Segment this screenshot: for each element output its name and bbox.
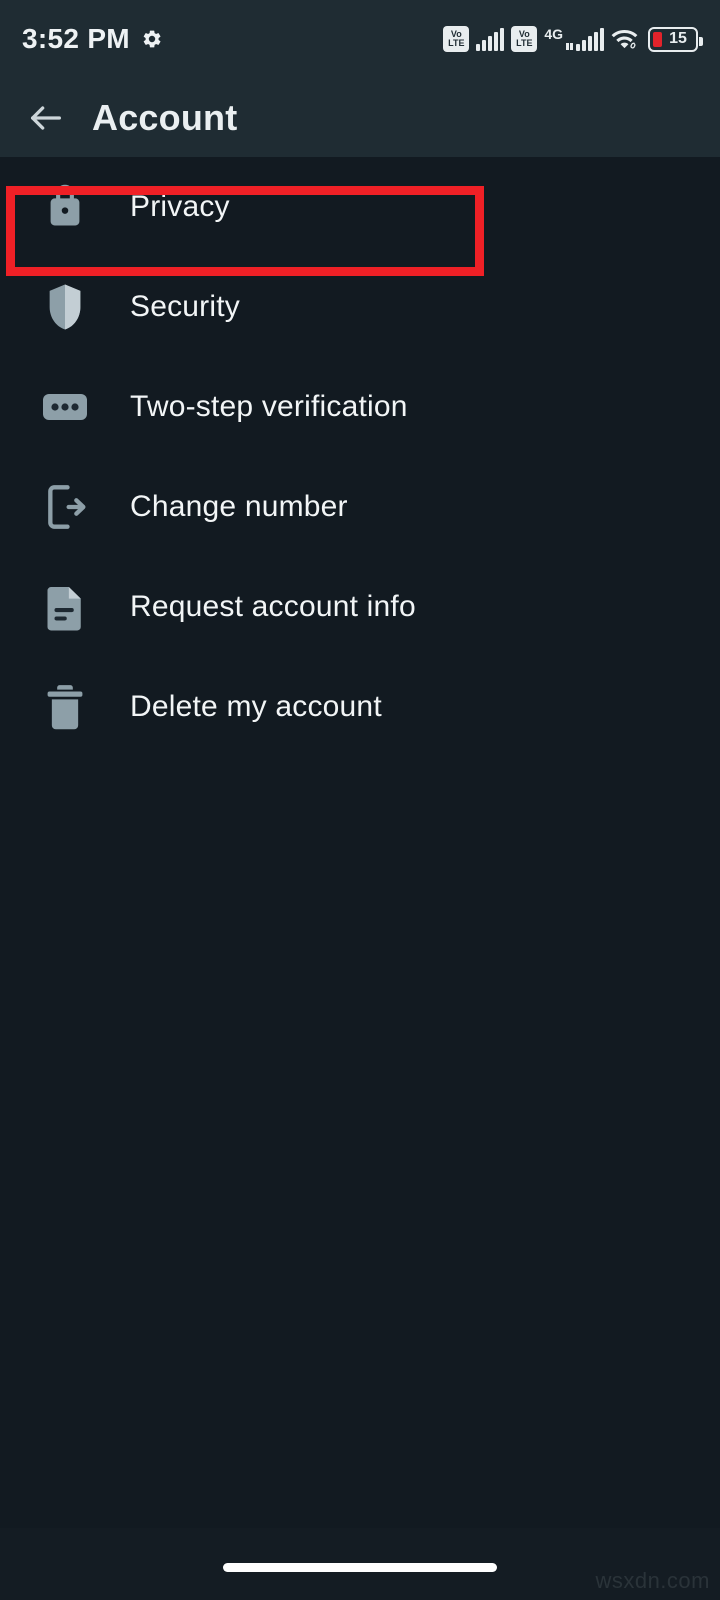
volte-badge-sim2: Vo LTE bbox=[511, 26, 538, 52]
data-activity-icon bbox=[566, 43, 573, 50]
battery-level-label: 15 bbox=[669, 30, 687, 47]
dots-passcode-icon bbox=[0, 391, 130, 423]
signal-bars-sim2 bbox=[576, 27, 604, 51]
list-item-request-account-info[interactable]: Request account info bbox=[0, 557, 720, 657]
arrow-left-icon bbox=[26, 98, 66, 138]
list-item-two-step-verification[interactable]: Two-step verification bbox=[0, 357, 720, 457]
status-clock: 3:52 PM bbox=[22, 23, 130, 54]
account-settings-list: Privacy Security Two-step verification C… bbox=[0, 157, 720, 757]
volte-line-2: LTE bbox=[448, 38, 465, 48]
list-item-privacy[interactable]: Privacy bbox=[0, 157, 720, 257]
phone-exit-icon bbox=[0, 482, 130, 532]
document-icon bbox=[0, 582, 130, 632]
wifi-icon bbox=[611, 27, 641, 51]
watermark: wsxdn.com bbox=[595, 1568, 710, 1593]
list-item-change-number[interactable]: Change number bbox=[0, 457, 720, 557]
battery-icon: 15 bbox=[648, 26, 703, 52]
status-bar-left: 3:52 PM bbox=[22, 25, 163, 53]
list-item-label: Change number bbox=[130, 490, 348, 523]
home-gesture-pill[interactable] bbox=[223, 1562, 497, 1572]
battery-fill bbox=[653, 31, 662, 47]
list-item-security[interactable]: Security bbox=[0, 257, 720, 357]
lock-icon bbox=[0, 183, 130, 231]
signal-bars-sim1 bbox=[476, 27, 505, 51]
trash-icon bbox=[0, 683, 130, 731]
volte-badge-sim1: Vo LTE bbox=[443, 26, 470, 52]
list-item-delete-my-account[interactable]: Delete my account bbox=[0, 657, 720, 757]
status-bar-right: Vo LTE Vo LTE 4G 15 bbox=[443, 26, 703, 52]
shield-icon bbox=[0, 282, 130, 332]
gear-icon bbox=[141, 28, 163, 50]
status-bar: 3:52 PM Vo LTE Vo LTE 4G 15 bbox=[0, 0, 720, 78]
back-button[interactable] bbox=[0, 78, 92, 157]
network-type-label: 4G bbox=[544, 26, 563, 42]
list-item-label: Privacy bbox=[130, 190, 230, 223]
list-item-label: Delete my account bbox=[130, 690, 382, 723]
app-bar: Account bbox=[0, 78, 720, 157]
list-item-label: Security bbox=[130, 290, 240, 323]
list-item-label: Request account info bbox=[130, 590, 416, 623]
page-title: Account bbox=[92, 96, 238, 138]
list-item-label: Two-step verification bbox=[130, 390, 408, 423]
volte-line-2: LTE bbox=[516, 38, 533, 48]
signal-group-sim2: 4G bbox=[544, 27, 604, 51]
